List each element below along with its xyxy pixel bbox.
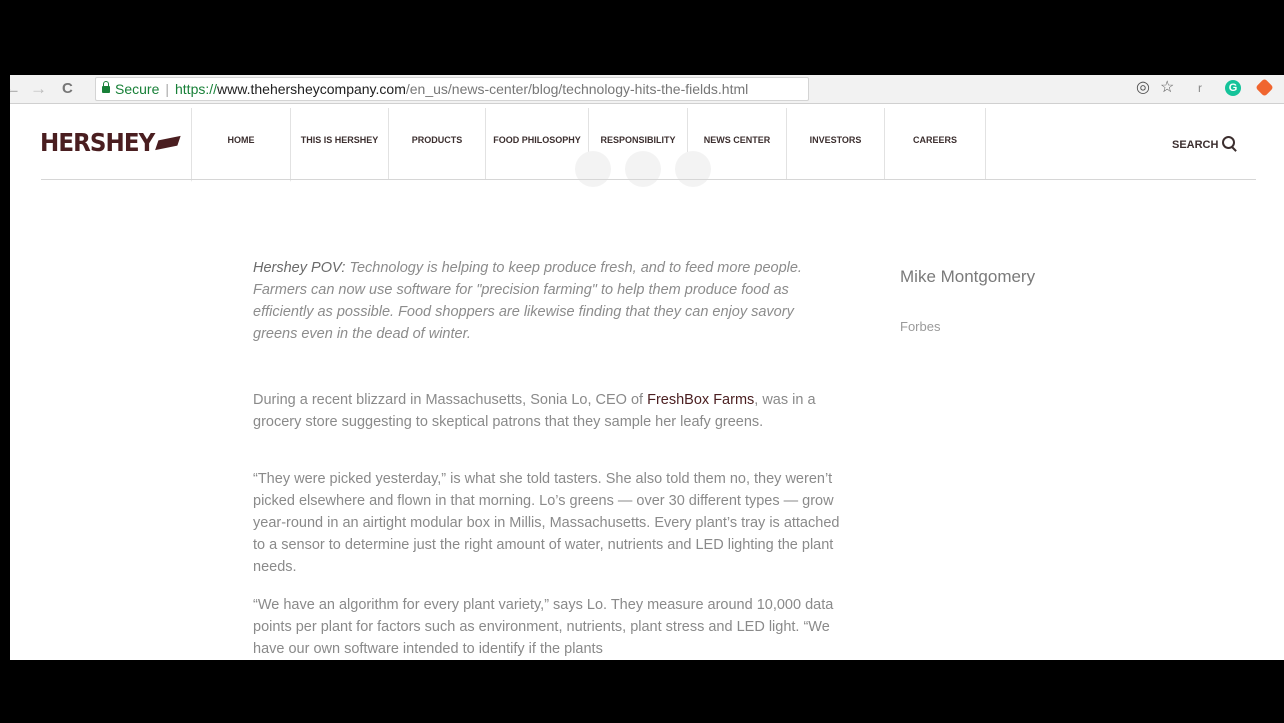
nav-products[interactable]: PRODUCTS bbox=[389, 108, 486, 180]
url-scheme: https:// bbox=[175, 81, 218, 97]
browser-toolbar: ← → C Secure | https://www.thehersheycompa… bbox=[10, 75, 1284, 104]
nav-careers[interactable]: CAREERS bbox=[885, 108, 986, 180]
reload-icon[interactable]: C bbox=[62, 79, 73, 99]
extension-user-icon[interactable]: r bbox=[1198, 78, 1202, 98]
pov-label: Hershey POV: bbox=[253, 260, 346, 276]
bookmark-star-icon[interactable]: ☆ bbox=[1160, 78, 1174, 98]
back-icon[interactable]: ← bbox=[10, 79, 21, 99]
search-label: SEARCH bbox=[1172, 139, 1219, 151]
article-paragraph: “They were picked yesterday,” is what sh… bbox=[253, 471, 840, 575]
separator: | bbox=[165, 81, 169, 97]
author-source: Forbes bbox=[900, 319, 941, 334]
address-bar[interactable]: Secure | https://www.thehersheycompany.com… bbox=[95, 77, 809, 101]
forward-icon[interactable]: → bbox=[30, 79, 47, 99]
nav-investors[interactable]: INVESTORS bbox=[787, 108, 885, 180]
carousel-dot bbox=[625, 151, 661, 187]
hershey-logo[interactable]: HERSHEY bbox=[40, 128, 181, 157]
secure-label: Secure bbox=[115, 81, 160, 97]
nav-food-philosophy[interactable]: FOOD PHILOSOPHY bbox=[486, 108, 589, 180]
hershey-pov: Hershey POV: Technology is helping to ke… bbox=[253, 257, 828, 345]
freshbox-farms-link[interactable]: FreshBox Farms bbox=[647, 392, 754, 408]
article-paragraph: During a recent blizzard in Massachusett… bbox=[253, 389, 843, 433]
extension-orange-icon[interactable] bbox=[1255, 78, 1274, 97]
location-icon[interactable]: ◎ bbox=[1136, 78, 1150, 98]
header-divider bbox=[41, 179, 1256, 180]
carousel-dot bbox=[575, 151, 611, 187]
article-paragraph: “We have an algorithm for every plant va… bbox=[253, 597, 834, 657]
grammarly-icon[interactable]: G bbox=[1225, 80, 1241, 96]
lock-icon bbox=[102, 81, 110, 93]
paragraph-text: During a recent blizzard in Massachusett… bbox=[253, 392, 648, 408]
url-domain: www.thehersheycompany.com bbox=[217, 81, 406, 97]
browser-window: ← → C Secure | https://www.thehersheycompa… bbox=[10, 75, 1284, 660]
author-name[interactable]: Mike Montgomery bbox=[900, 265, 1040, 288]
search-icon bbox=[1222, 136, 1236, 149]
logo-text: HERSHEY bbox=[40, 128, 155, 157]
carousel-dot bbox=[675, 151, 711, 187]
kiss-logo-icon bbox=[155, 135, 181, 151]
nav-home[interactable]: HOME bbox=[191, 108, 291, 182]
search-button[interactable]: SEARCH bbox=[1172, 135, 1236, 151]
nav-this-is-hershey[interactable]: THIS IS HERSHEY bbox=[291, 108, 389, 180]
url-path: /en_us/news-center/blog/technology-hits-… bbox=[405, 81, 749, 97]
